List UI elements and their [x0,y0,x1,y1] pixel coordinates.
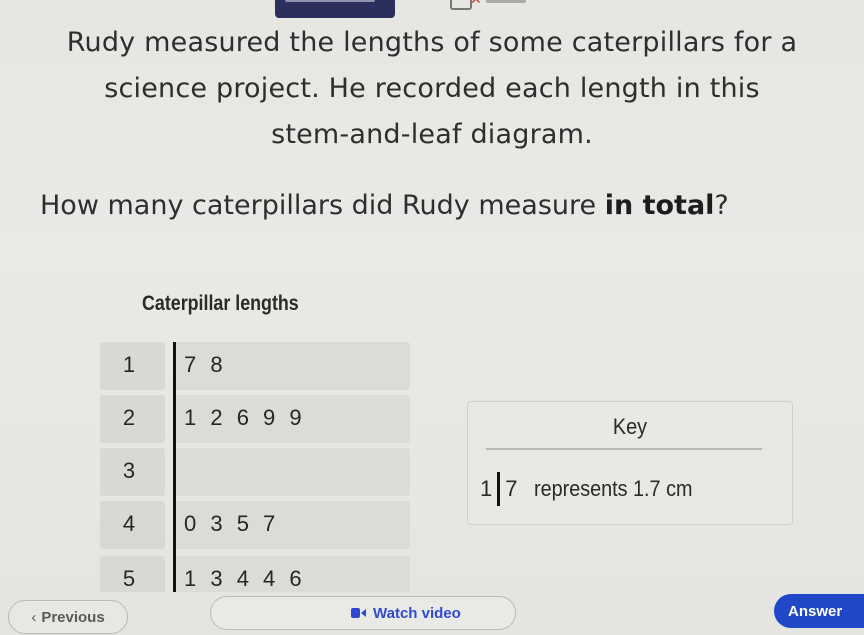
answer-button[interactable]: Answer [774,594,864,628]
chevron-left-icon: ‹ [31,608,37,626]
question-text: How many caterpillars did Rudy measure [40,190,605,221]
problem-intro: Rudy measured the lengths of some caterp… [10,20,854,158]
top-tab-label [285,0,375,2]
stem-leaf-row: 1 7 8 [100,342,410,390]
stem-leaf-row: 5 1 3 4 4 6 [100,556,410,592]
key-box: Key 1 7 represents 1.7 cm [467,401,793,525]
close-x-icon: ✕ [470,0,482,8]
stem-value: 1 [122,352,136,377]
stem-value: 3 [122,458,136,483]
answer-label: Answer [788,602,843,620]
stem-leaf-divider [173,342,176,592]
intro-line: science project. He recorded each length… [104,73,760,104]
stem-leaf-row: 3 [100,448,410,496]
intro-line: Rudy measured the lengths of some caterp… [66,27,798,58]
previous-button[interactable]: ‹ Previous [8,600,128,634]
leaf-cell [175,448,410,496]
stem-value: 4 [122,511,136,536]
question: How many caterpillars did Rudy measure i… [40,186,840,226]
stem-leaf-title: Caterpillar lengths [142,292,299,315]
top-tab[interactable] [275,0,395,18]
leaf-values: 7 8 [184,352,227,377]
key-bar [497,472,501,506]
key-example: 1 7 represents 1.7 cm [480,472,710,506]
key-leaf: 7 [505,476,518,501]
stem-leaf-row: 2 1 2 6 9 9 [100,395,410,443]
stem-value: 2 [122,405,136,430]
watch-video-button[interactable]: Watch video [210,596,516,630]
stem-leaf-row: 4 0 3 5 7 [100,501,410,549]
leaf-values: 1 3 4 4 6 [184,566,306,591]
leaf-values: 1 2 6 9 9 [184,405,306,430]
key-title: Key [612,414,648,439]
key-divider [486,448,762,450]
stem-value: 5 [122,566,136,591]
leaf-values: 0 3 5 7 [184,511,280,536]
top-icon-label [486,0,526,3]
question-emphasis: in total [604,190,715,221]
intro-line: stem-and-leaf diagram. [271,119,593,150]
bookmark-icon[interactable] [450,0,472,10]
key-description: represents 1.7 cm [533,476,692,501]
stem-leaf-diagram: 1 7 8 2 1 2 6 9 9 3 4 0 3 5 7 5 1 3 4 4 … [100,342,410,592]
video-camera-icon [351,608,366,618]
key-stem: 1 [480,476,493,501]
question-mark: ? [714,190,729,221]
watch-video-label: Watch video [373,604,461,622]
previous-label: Previous [41,608,105,626]
